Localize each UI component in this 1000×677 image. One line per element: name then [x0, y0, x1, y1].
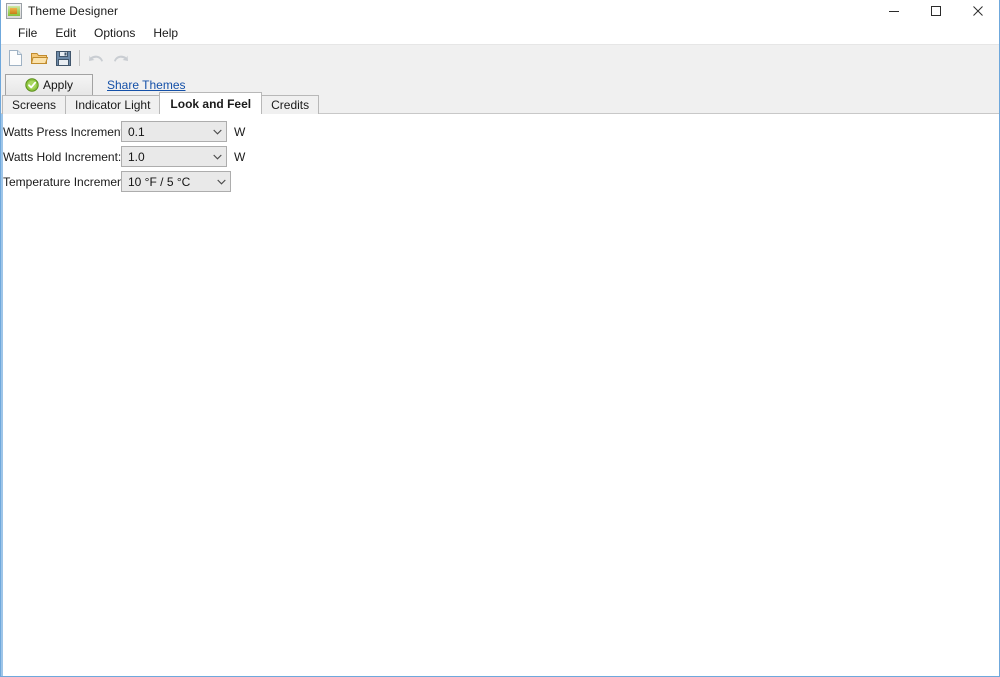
watts-press-increment-unit: W	[234, 124, 246, 139]
watts-press-increment-select[interactable]: 0.1	[121, 121, 227, 142]
menu-item-options[interactable]: Options	[85, 23, 144, 43]
chevron-down-icon	[208, 154, 226, 160]
watts-press-increment-value: 0.1	[128, 124, 145, 139]
open-folder-icon[interactable]	[27, 47, 51, 69]
tab-credits[interactable]: Credits	[261, 95, 320, 114]
form-row-temperature: Temperature Increment: 10 °F / 5 °C	[3, 170, 245, 193]
title-bar: Theme Designer	[1, 0, 999, 22]
content-panel: Watts Press Increment: 0.1 W Watts Hold …	[1, 114, 999, 676]
watts-hold-increment-select[interactable]: 1.0	[121, 146, 227, 167]
temperature-increment-label: Temperature Increment:	[3, 174, 131, 189]
chevron-down-icon	[208, 129, 226, 135]
window-title: Theme Designer	[28, 4, 119, 18]
form-row-watts-press: Watts Press Increment: 0.1 W	[3, 120, 245, 143]
watts-hold-increment-value: 1.0	[128, 149, 145, 164]
menu-item-edit[interactable]: Edit	[46, 23, 85, 43]
menu-item-file[interactable]: File	[9, 23, 46, 43]
picture-icon	[6, 3, 22, 19]
window-controls	[873, 0, 999, 22]
new-file-icon[interactable]	[3, 47, 27, 69]
undo-icon	[84, 47, 108, 69]
look-and-feel-form: Watts Press Increment: 0.1 W Watts Hold …	[3, 120, 245, 193]
tab-strip: Screens Indicator Light Look and Feel Cr…	[2, 92, 320, 114]
watts-hold-increment-unit: W	[234, 149, 246, 164]
close-icon[interactable]	[957, 0, 999, 22]
application-window: Theme Designer File Edit Options Help Ap…	[0, 0, 1000, 677]
toolbar-separator	[79, 50, 80, 66]
chevron-down-icon	[212, 179, 230, 185]
apply-button-label: Apply	[42, 78, 74, 92]
menu-bar: File Edit Options Help	[1, 22, 999, 44]
save-icon[interactable]	[51, 47, 75, 69]
tab-screens[interactable]: Screens	[2, 95, 67, 114]
menu-item-help[interactable]: Help	[144, 23, 187, 43]
tab-indicator-light[interactable]: Indicator Light	[65, 95, 161, 114]
watts-hold-increment-label: Watts Hold Increment:	[3, 149, 122, 164]
watts-press-increment-label: Watts Press Increment:	[3, 124, 128, 139]
toolbar-icon-strip	[3, 47, 132, 69]
temperature-increment-select[interactable]: 10 °F / 5 °C	[121, 171, 231, 192]
redo-icon	[108, 47, 132, 69]
tab-look-and-feel[interactable]: Look and Feel	[159, 92, 263, 114]
green-check-icon	[25, 78, 39, 92]
temperature-increment-value: 10 °F / 5 °C	[128, 174, 191, 189]
minimize-icon[interactable]	[873, 0, 915, 22]
maximize-icon[interactable]	[915, 0, 957, 22]
form-row-watts-hold: Watts Hold Increment: 1.0 W	[3, 145, 245, 168]
share-themes-link[interactable]: Share Themes	[107, 78, 186, 92]
